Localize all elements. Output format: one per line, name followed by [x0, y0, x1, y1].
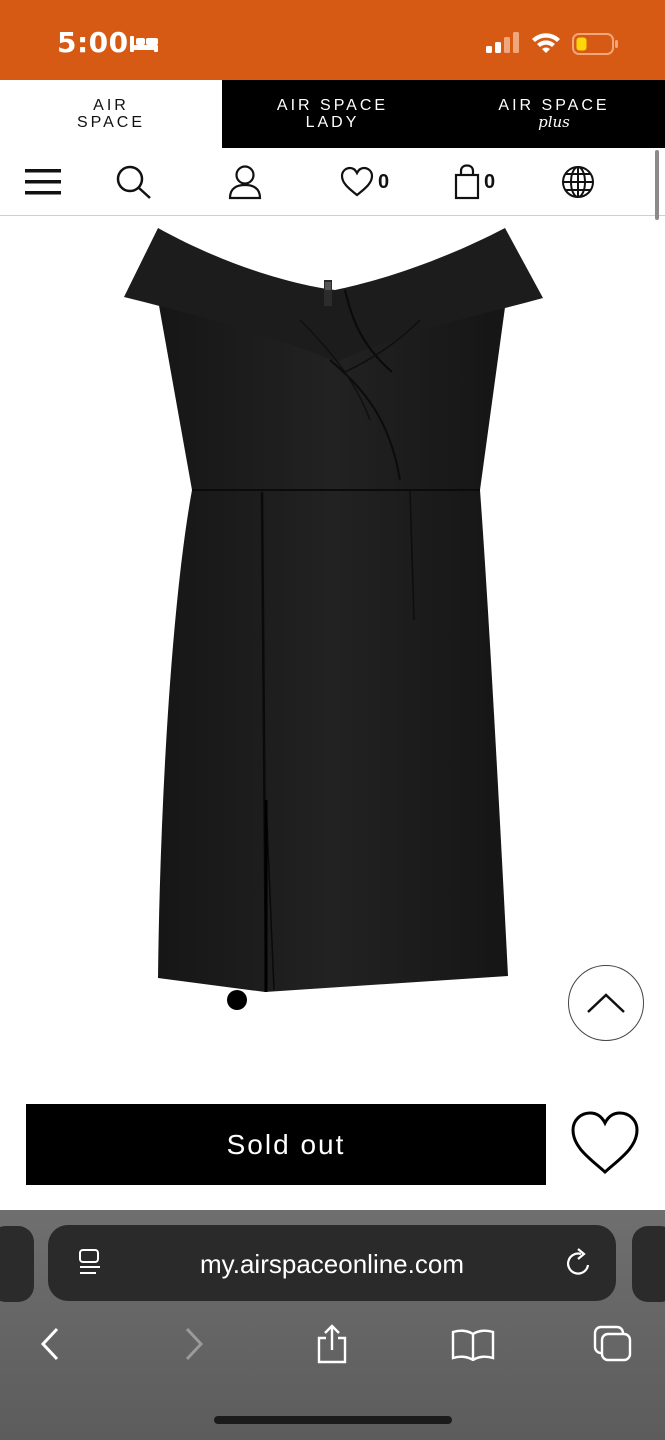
url-text: my.airspaceonline.com	[200, 1249, 464, 1279]
back-icon	[40, 1327, 59, 1361]
brand-tabs: AIR SPACE AIR SPACE LADY AIR SPACE plus	[0, 80, 665, 148]
tab-label-line1: AIR SPACE	[498, 97, 610, 114]
bed-icon	[130, 36, 158, 52]
tab-air-space-plus[interactable]: AIR SPACE plus	[443, 80, 665, 148]
status-time: 5:00	[57, 26, 129, 59]
tab-label-line1: AIR SPACE	[276, 97, 389, 114]
add-to-wishlist-heart-icon[interactable]	[570, 1108, 640, 1178]
previous-tab-preview[interactable]	[0, 1226, 34, 1302]
tabs-icon	[593, 1325, 632, 1362]
cart-button[interactable]: 0	[454, 164, 495, 200]
address-bar[interactable]: my.airspaceonline.com	[48, 1225, 616, 1301]
tab-label-line2: plus	[538, 113, 570, 131]
tab-label-line2: SPACE	[76, 114, 146, 131]
scroll-to-top-button[interactable]	[568, 965, 644, 1041]
menu-icon	[25, 169, 61, 195]
browser-toolbar: my.airspaceonline.com	[0, 1210, 665, 1440]
user-icon	[228, 165, 262, 200]
heart-icon	[340, 166, 374, 197]
bookmarks-icon	[451, 1329, 495, 1361]
account-button[interactable]	[228, 164, 262, 200]
sold-out-button[interactable]: Sold out	[26, 1104, 546, 1185]
search-icon	[116, 165, 151, 199]
wishlist-count: 0	[378, 170, 390, 193]
language-button[interactable]	[561, 164, 595, 200]
tabs-button[interactable]	[592, 1322, 634, 1366]
forward-button[interactable]	[180, 1322, 208, 1366]
bookmarks-button[interactable]	[450, 1322, 496, 1366]
bag-icon	[454, 164, 480, 200]
status-bar: 5:00	[0, 0, 665, 80]
cart-count: 0	[484, 170, 496, 193]
share-icon	[317, 1324, 347, 1364]
home-indicator[interactable]	[214, 1416, 452, 1424]
forward-icon	[185, 1327, 204, 1361]
reload-icon[interactable]	[564, 1247, 594, 1279]
search-button[interactable]	[115, 164, 153, 200]
app-screen: 5:00 AIR SPACE AIR SPACE LADY AIR SPACE …	[0, 0, 665, 1440]
back-button[interactable]	[36, 1322, 64, 1366]
next-tab-preview[interactable]	[632, 1226, 665, 1302]
tab-air-space[interactable]: AIR SPACE	[0, 80, 222, 148]
product-image[interactable]	[0, 217, 665, 997]
nav-bar: 0 0	[0, 148, 665, 216]
globe-icon	[562, 166, 594, 198]
tab-label-line1: AIR	[93, 97, 129, 114]
wifi-icon	[532, 33, 560, 53]
tab-label-line2: LADY	[305, 114, 360, 131]
share-button[interactable]	[312, 1322, 352, 1366]
gallery-dot[interactable]	[227, 990, 247, 1010]
page-scrollbar[interactable]	[655, 150, 659, 220]
chevron-up-icon	[587, 993, 625, 1013]
menu-button[interactable]	[24, 164, 62, 200]
signal-icon	[486, 32, 519, 53]
wishlist-button[interactable]: 0	[340, 164, 389, 200]
battery-low-icon	[572, 33, 618, 55]
tab-air-space-lady[interactable]: AIR SPACE LADY	[222, 80, 443, 148]
